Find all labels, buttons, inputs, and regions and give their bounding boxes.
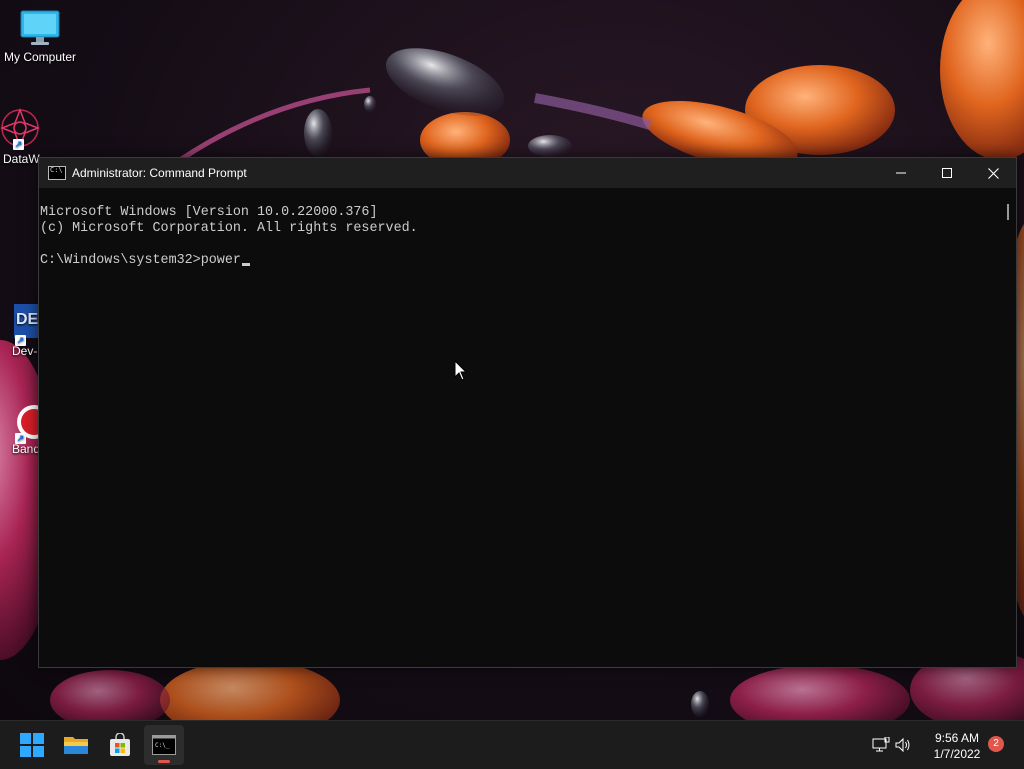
shortcut-arrow-icon: ↗ bbox=[15, 433, 26, 444]
window-title: Administrator: Command Prompt bbox=[72, 166, 247, 180]
desktop-icon-datawrapper[interactable]: ↗ DataW bbox=[0, 106, 42, 166]
text-cursor bbox=[241, 263, 250, 266]
folder-icon bbox=[64, 737, 88, 754]
desktop-icon-bandicam[interactable]: ↗ Band bbox=[0, 400, 38, 456]
svg-text:DE: DE bbox=[16, 311, 38, 328]
volume-button[interactable] bbox=[892, 737, 914, 753]
console-output[interactable]: Microsoft Windows [Version 10.0.22000.37… bbox=[39, 188, 1000, 667]
desktop-icon-label: My Computer bbox=[3, 50, 77, 64]
taskbar: C:\_ 9:56 AM 1/7/2022 bbox=[0, 720, 1024, 769]
command-prompt-window[interactable]: Administrator: Command Prompt Microsoft … bbox=[38, 157, 1017, 668]
maximize-icon bbox=[942, 168, 952, 178]
desktop-icon-my-computer[interactable]: My Computer bbox=[0, 8, 80, 64]
store-icon bbox=[110, 733, 130, 756]
system-tray bbox=[870, 721, 914, 769]
svg-text:C:\_: C:\_ bbox=[155, 742, 170, 749]
shortcut-arrow-icon: ↗ bbox=[13, 139, 24, 150]
desktop-icon-dev-cpp[interactable]: DE ↗ Dev- bbox=[0, 302, 38, 358]
minimize-icon bbox=[896, 172, 906, 174]
network-icon bbox=[872, 737, 890, 752]
command-prompt-input[interactable]: C:\Windows\system32>power bbox=[40, 253, 241, 268]
scrollbar-thumb[interactable] bbox=[1007, 204, 1009, 220]
active-app-indicator bbox=[158, 760, 170, 763]
speaker-icon bbox=[895, 737, 910, 753]
clock-date: 1/7/2022 bbox=[933, 747, 981, 761]
clock-time: 9:56 AM bbox=[934, 731, 980, 745]
close-icon bbox=[987, 167, 999, 179]
mouse-pointer-icon bbox=[454, 360, 468, 381]
desktop-icon-label: Band bbox=[12, 442, 38, 456]
taskbar-file-explorer[interactable] bbox=[56, 725, 96, 765]
clock[interactable]: 9:56 AM 1/7/2022 bbox=[920, 730, 994, 762]
minimize-button[interactable] bbox=[878, 158, 924, 188]
desktop-icon-label: DataW bbox=[3, 152, 40, 166]
monitor-icon bbox=[20, 10, 60, 45]
vertical-scrollbar[interactable] bbox=[1000, 188, 1016, 667]
close-button[interactable] bbox=[970, 158, 1016, 188]
cmd-app-icon bbox=[48, 166, 66, 180]
windows-logo-icon bbox=[20, 733, 44, 757]
command-line[interactable]: C:\Windows\system32>power bbox=[40, 253, 1000, 269]
shortcut-arrow-icon: ↗ bbox=[15, 335, 26, 346]
terminal-icon: C:\_ bbox=[152, 735, 176, 755]
window-titlebar[interactable]: Administrator: Command Prompt bbox=[39, 158, 1016, 188]
notification-count-badge[interactable]: 2 bbox=[988, 736, 1004, 752]
start-button[interactable] bbox=[12, 725, 52, 765]
network-button[interactable] bbox=[870, 737, 892, 753]
taskbar-microsoft-store[interactable] bbox=[100, 725, 140, 765]
taskbar-command-prompt[interactable]: C:\_ bbox=[144, 725, 184, 765]
desktop-icon-label: Dev- bbox=[12, 344, 38, 358]
maximize-button[interactable] bbox=[924, 158, 970, 188]
console-line: (c) Microsoft Corporation. All rights re… bbox=[40, 221, 418, 236]
console-line: Microsoft Windows [Version 10.0.22000.37… bbox=[40, 205, 378, 220]
